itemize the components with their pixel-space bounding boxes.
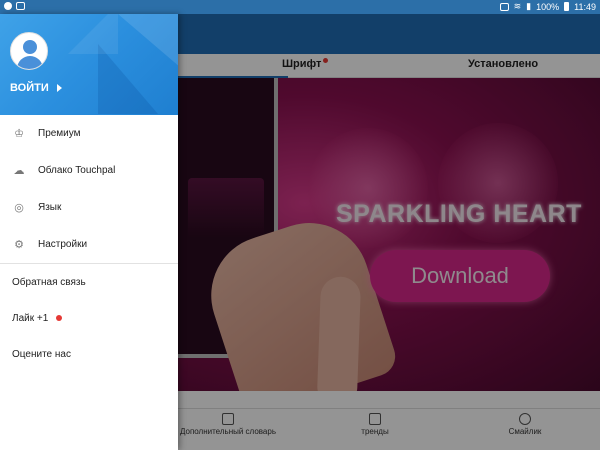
arrow-right-icon [56, 84, 62, 92]
menu-item-premium[interactable]: ♔ Премиум [0, 115, 178, 152]
wifi-icon: ≋ [513, 1, 522, 11]
header-decoration [68, 14, 118, 54]
battery-icon [564, 2, 570, 11]
clock: 11:49 [574, 1, 596, 12]
avatar-body [17, 56, 43, 69]
signal-icon: ▮ [526, 1, 532, 11]
header-decoration [98, 44, 158, 114]
drawer-menu: ♔ Премиум ☁ Облако Touchpal ◎ Язык ⚙ Нас… [0, 115, 178, 372]
gear-icon: ⚙ [14, 237, 24, 251]
navigation-drawer: ВОЙТИ ♔ Премиум ☁ Облако Touchpal ◎ Язык… [0, 14, 178, 450]
menu-item-cloud[interactable]: ☁ Облако Touchpal [0, 152, 178, 189]
drawer-scrim[interactable] [178, 14, 600, 450]
drawer-header: ВОЙТИ [0, 14, 178, 115]
menu-item-settings[interactable]: ⚙ Настройки [0, 226, 178, 263]
avatar-head [23, 40, 37, 54]
cast-icon [499, 2, 509, 11]
notification-dot [56, 315, 63, 321]
status-bar: ≋ ▮ 100% 11:49 [0, 0, 600, 14]
menu-item-language[interactable]: ◎ Язык [0, 189, 178, 226]
notification-icon [4, 2, 12, 10]
avatar[interactable] [10, 32, 48, 70]
menu-item-feedback[interactable]: Обратная связь [0, 264, 178, 300]
cloud-icon: ☁ [13, 163, 25, 177]
login-button[interactable]: ВОЙТИ [10, 82, 62, 94]
menu-item-rate[interactable]: Оцените нас [0, 336, 178, 372]
crown-icon: ♔ [14, 126, 24, 140]
battery-percent: 100% [536, 1, 560, 12]
menu-item-like[interactable]: Лайк +1 [0, 300, 178, 336]
screen-icon [16, 2, 25, 10]
globe-icon: ◎ [14, 200, 24, 214]
